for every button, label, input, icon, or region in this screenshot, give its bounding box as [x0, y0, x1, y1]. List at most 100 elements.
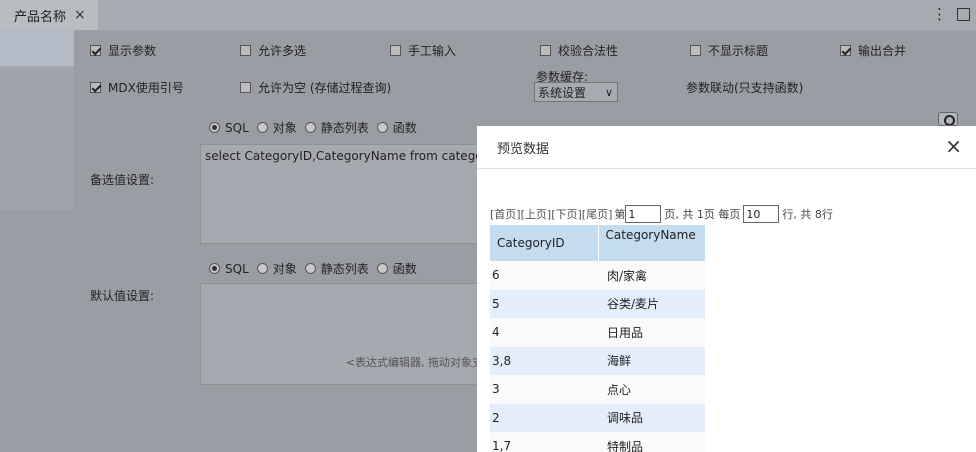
param-cache-select[interactable]: 系统设置 ∨: [534, 82, 618, 102]
option-label: 校验合法性: [558, 44, 619, 58]
mdx-quote-checkbox[interactable]: [90, 82, 101, 93]
table-cell: 点心: [598, 375, 705, 404]
radio-sql-indicator[interactable]: [209, 122, 220, 133]
manual-input-checkbox[interactable]: [390, 45, 401, 56]
radio-label: 函数: [392, 121, 417, 135]
merge-output-option[interactable]: 输出合并: [840, 42, 906, 59]
option-label: 允许为空 (存储过程查询): [258, 81, 392, 95]
chevron-down-icon: ∨: [604, 85, 613, 99]
table-header-row: CategoryID CategoryName: [490, 225, 705, 261]
maximize-icon[interactable]: [957, 7, 970, 21]
radio-static-list-indicator[interactable]: [304, 122, 316, 133]
default-value-label: 默认值设置:: [90, 289, 155, 303]
candidate-sql-editor[interactable]: select CategoryID,CategoryName from cate…: [200, 144, 490, 244]
merge-output-checkbox[interactable]: [840, 45, 851, 56]
table-row[interactable]: 2 调味品: [490, 403, 705, 432]
hide-title-checkbox[interactable]: [690, 45, 701, 56]
option-label: 手工输入: [408, 44, 457, 58]
radio-function[interactable]: 函数: [376, 119, 417, 136]
page-suffix: 页, 共 1页 每页: [664, 208, 741, 221]
table-cell: 肉/家禽: [598, 261, 705, 290]
dialog-header: 预览数据 ×: [477, 126, 976, 169]
radio-object-indicator[interactable]: [256, 263, 268, 274]
column-header[interactable]: CategoryName: [597, 225, 705, 261]
hide-title-option[interactable]: 不显示标题: [690, 42, 768, 59]
mdx-quote-option[interactable]: MDX使用引号: [90, 79, 184, 96]
editor-placeholder: <表达式编辑器, 拖动对象支: [345, 356, 483, 369]
page-number-input[interactable]: [625, 205, 662, 223]
radio-label: SQL: [225, 261, 249, 276]
radio-static-list[interactable]: 静态列表: [304, 119, 369, 136]
radio-static-list[interactable]: 静态列表: [304, 260, 369, 277]
radio-sql-indicator[interactable]: [209, 263, 220, 274]
param-cache-value: 系统设置: [538, 85, 587, 100]
candidate-label: 备选值设置:: [90, 173, 155, 187]
option-label: MDX使用引号: [108, 81, 184, 95]
radio-label: 静态列表: [320, 262, 369, 276]
radio-sql[interactable]: SQL: [209, 121, 249, 135]
allow-null-checkbox[interactable]: [240, 82, 251, 93]
table-cell: 3,8: [490, 346, 598, 375]
allow-multi-checkbox[interactable]: [240, 45, 251, 56]
allow-null-option[interactable]: 允许为空 (存储过程查询): [240, 79, 391, 96]
search-icon[interactable]: [938, 112, 958, 126]
table-cell: 海鲜: [598, 346, 705, 375]
tab-label: 产品名称: [14, 9, 67, 25]
tab-bar: 产品名称 × ⋮: [0, 0, 976, 30]
radio-label: 对象: [272, 262, 297, 276]
param-link-label: 参数联动(只支持函数): [686, 81, 804, 95]
tab-close-icon[interactable]: ×: [74, 7, 86, 23]
table-cell: 特制品: [598, 432, 705, 452]
radio-function-indicator[interactable]: [376, 122, 388, 133]
show-param-checkbox[interactable]: [90, 45, 101, 56]
radio-label: 静态列表: [320, 121, 369, 135]
first-page-link[interactable]: [首页]: [490, 206, 521, 222]
radio-function-indicator[interactable]: [376, 263, 388, 274]
rows-suffix: 行, 共 8行: [782, 208, 833, 221]
table-row[interactable]: 6 肉/家禽: [490, 261, 705, 290]
allow-multi-option[interactable]: 允许多选: [240, 42, 306, 59]
default-source-radios: SQL 对象 静态列表 函数: [209, 260, 421, 277]
table-row[interactable]: 3,8 海鲜: [490, 346, 705, 375]
page-prefix: 第: [614, 208, 626, 221]
table-row[interactable]: 4 日用品: [490, 318, 705, 347]
radio-function[interactable]: 函数: [376, 260, 417, 277]
show-param-option[interactable]: 显示参数: [90, 42, 156, 59]
radio-sql[interactable]: SQL: [209, 262, 249, 276]
left-panel-selected-item[interactable]: [0, 30, 74, 66]
table-cell: 3: [490, 375, 598, 404]
option-label: 允许多选: [258, 44, 307, 58]
window-controls: ⋮: [932, 5, 970, 23]
preview-data-dialog: 预览数据 × [首页] [上页] [下页] [尾页] 第 页, 共 1页 每页 …: [477, 126, 976, 452]
rows-per-page-input[interactable]: [743, 205, 780, 223]
last-page-link[interactable]: [尾页]: [582, 206, 613, 222]
next-page-link[interactable]: [下页]: [551, 206, 582, 222]
option-label: 输出合并: [858, 44, 907, 58]
table-cell: 1,7: [490, 432, 598, 452]
validate-checkbox[interactable]: [540, 45, 551, 56]
tab-product-name[interactable]: 产品名称 ×: [0, 0, 98, 30]
radio-static-list-indicator[interactable]: [304, 263, 316, 274]
table-row[interactable]: 1,7 特制品: [490, 432, 705, 452]
manual-input-option[interactable]: 手工输入: [390, 42, 456, 59]
table-cell: 6: [490, 261, 598, 290]
table-cell: 2: [490, 403, 598, 432]
more-menu-icon[interactable]: ⋮: [932, 5, 947, 23]
radio-object[interactable]: 对象: [256, 119, 297, 136]
pager: [首页] [上页] [下页] [尾页] 第 页, 共 1页 每页 行, 共 8行: [490, 205, 833, 223]
candidate-source-radios: SQL 对象 静态列表 函数: [209, 119, 421, 136]
dialog-title: 预览数据: [497, 141, 550, 157]
validate-option[interactable]: 校验合法性: [540, 42, 618, 59]
option-label: 显示参数: [108, 44, 157, 58]
default-value-editor[interactable]: <表达式编辑器, 拖动对象支: [200, 283, 490, 385]
table-row[interactable]: 5 谷类/麦片: [490, 289, 705, 318]
table-cell: 谷类/麦片: [598, 289, 705, 318]
column-header[interactable]: CategoryID: [490, 225, 598, 261]
candidate-sql-text: select CategoryID,CategoryName from cate…: [205, 149, 483, 163]
close-icon[interactable]: ×: [945, 136, 962, 156]
prev-page-link[interactable]: [上页]: [521, 206, 552, 222]
radio-object-indicator[interactable]: [256, 122, 268, 133]
option-label: 不显示标题: [708, 44, 769, 58]
table-row[interactable]: 3 点心: [490, 375, 705, 404]
radio-object[interactable]: 对象: [256, 260, 297, 277]
